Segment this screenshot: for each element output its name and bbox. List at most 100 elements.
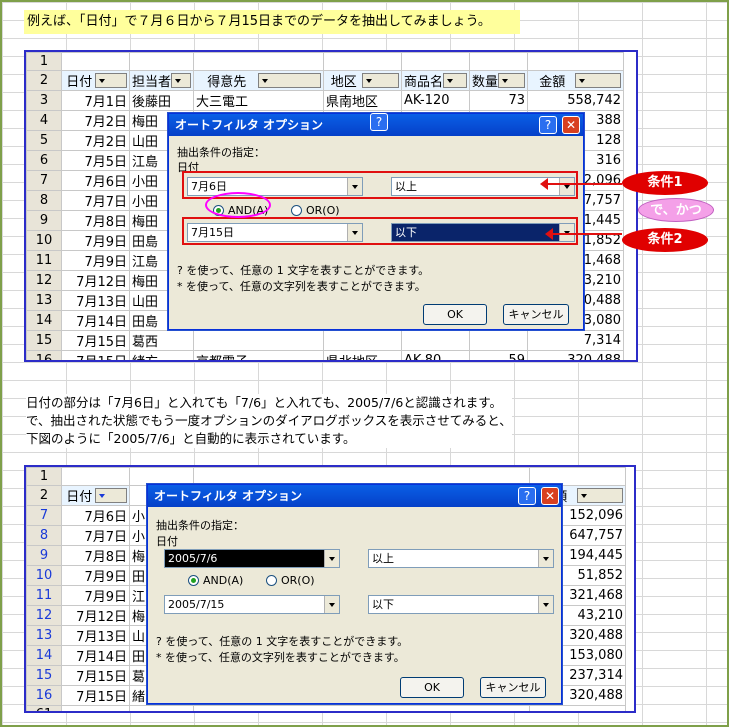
- filter-dropdown-icon[interactable]: [257, 73, 321, 88]
- row-number[interactable]: 15: [26, 330, 62, 351]
- row-number[interactable]: 1: [26, 467, 62, 486]
- cell[interactable]: 7月6日: [61, 505, 130, 526]
- cell[interactable]: 7月9日: [61, 565, 130, 586]
- cell[interactable]: 7月14日: [61, 645, 130, 666]
- chevron-down-icon[interactable]: [538, 550, 553, 567]
- cell[interactable]: 7月15日: [61, 330, 130, 351]
- cell[interactable]: 7月6日: [61, 170, 130, 191]
- cell[interactable]: [323, 330, 402, 351]
- cell[interactable]: 数量: [469, 70, 528, 91]
- row-number[interactable]: 1: [26, 52, 62, 71]
- filter-dropdown-icon[interactable]: [443, 73, 467, 88]
- row-number[interactable]: 10: [26, 565, 62, 586]
- cell[interactable]: [61, 705, 130, 711]
- row-number[interactable]: 8: [26, 525, 62, 546]
- cell[interactable]: 7月9日: [61, 230, 130, 251]
- cell[interactable]: 7月14日: [61, 310, 130, 331]
- cell[interactable]: 7月2日: [61, 130, 130, 151]
- chevron-down-icon[interactable]: [324, 550, 339, 567]
- row-number[interactable]: 15: [26, 665, 62, 686]
- row-number[interactable]: 9: [26, 545, 62, 566]
- cell[interactable]: [193, 52, 324, 71]
- cell[interactable]: 7月15日: [61, 685, 130, 706]
- cell[interactable]: 日付: [61, 485, 130, 506]
- cell[interactable]: [61, 467, 130, 486]
- help-button-2[interactable]: ?: [518, 487, 536, 505]
- row-number[interactable]: 2: [26, 485, 62, 506]
- filter-dropdown-icon[interactable]: [361, 73, 399, 88]
- cell[interactable]: 県北地区: [323, 350, 402, 360]
- cell[interactable]: [469, 330, 528, 351]
- cell[interactable]: 7月8日: [61, 545, 130, 566]
- filter-dropdown-icon[interactable]: [94, 488, 127, 503]
- value2-combo[interactable]: 2005/7/15: [164, 595, 340, 614]
- or-radio[interactable]: OR(O): [266, 574, 315, 587]
- cell[interactable]: 後藤田: [129, 90, 194, 111]
- help-button[interactable]: ?: [370, 113, 388, 131]
- operator2-combo[interactable]: 以下: [368, 595, 554, 614]
- cell[interactable]: [129, 52, 194, 71]
- cell[interactable]: 7月1日: [61, 90, 130, 111]
- cell[interactable]: 葛西: [129, 330, 194, 351]
- row-number[interactable]: 4: [26, 110, 62, 131]
- cell[interactable]: 日付: [61, 70, 130, 91]
- cell[interactable]: 担当者: [129, 70, 194, 91]
- cell[interactable]: [401, 52, 470, 71]
- row-number[interactable]: 5: [26, 130, 62, 151]
- row-number[interactable]: 12: [26, 605, 62, 626]
- cell[interactable]: 県南地区: [323, 90, 402, 111]
- row-number[interactable]: 10: [26, 230, 62, 251]
- ok-button[interactable]: OK: [423, 304, 487, 325]
- cell[interactable]: [193, 705, 530, 711]
- value1-combo[interactable]: 2005/7/6: [164, 549, 340, 568]
- row-number[interactable]: 3: [26, 90, 62, 111]
- cell[interactable]: 7月2日: [61, 110, 130, 131]
- filter-dropdown-icon[interactable]: [171, 73, 191, 88]
- row-number[interactable]: 16: [26, 350, 62, 360]
- cell[interactable]: 京都電子: [193, 350, 324, 360]
- cell[interactable]: 7月15日: [61, 350, 130, 360]
- filter-dropdown-icon[interactable]: [94, 73, 127, 88]
- cell[interactable]: 商品名: [401, 70, 470, 91]
- cell[interactable]: [129, 467, 194, 486]
- cell[interactable]: [129, 705, 194, 711]
- cell[interactable]: 7月7日: [61, 525, 130, 546]
- row-number[interactable]: 14: [26, 645, 62, 666]
- cell[interactable]: [529, 705, 626, 711]
- row-number[interactable]: 7: [26, 170, 62, 191]
- chevron-down-icon[interactable]: [538, 596, 553, 613]
- cell[interactable]: 7月5日: [61, 150, 130, 171]
- row-number[interactable]: 6: [26, 150, 62, 171]
- help-button-1[interactable]: ?: [539, 116, 557, 134]
- row-number[interactable]: 12: [26, 270, 62, 291]
- cell[interactable]: 7月7日: [61, 190, 130, 211]
- cell[interactable]: [469, 52, 528, 71]
- cell[interactable]: [527, 52, 624, 71]
- close-icon[interactable]: ✕: [562, 116, 580, 134]
- cell[interactable]: [193, 467, 530, 486]
- row-number[interactable]: 11: [26, 250, 62, 271]
- and-radio[interactable]: AND(A): [188, 574, 243, 587]
- close-icon[interactable]: ✕: [541, 487, 559, 505]
- cell[interactable]: 7,314: [527, 330, 624, 351]
- row-number[interactable]: 14: [26, 310, 62, 331]
- filter-dropdown-icon[interactable]: [576, 488, 623, 503]
- cell[interactable]: 7月8日: [61, 210, 130, 231]
- cell[interactable]: 7月15日: [61, 665, 130, 686]
- cell[interactable]: [61, 52, 130, 71]
- cell[interactable]: AK-80: [401, 350, 470, 360]
- cell[interactable]: 大三電工: [193, 90, 324, 111]
- ok-button[interactable]: OK: [400, 677, 464, 698]
- cell[interactable]: 558,742: [527, 90, 624, 111]
- filter-dropdown-icon[interactable]: [574, 73, 621, 88]
- filter-dropdown-icon[interactable]: [498, 73, 525, 88]
- cell[interactable]: 7月9日: [61, 250, 130, 271]
- row-number[interactable]: 61: [26, 705, 62, 711]
- cell[interactable]: 7月13日: [61, 290, 130, 311]
- cell[interactable]: 7月9日: [61, 585, 130, 606]
- cell[interactable]: 73: [469, 90, 528, 111]
- cell[interactable]: 59: [469, 350, 528, 360]
- row-number[interactable]: 2: [26, 70, 62, 91]
- cell[interactable]: 得意先: [193, 70, 324, 91]
- row-number[interactable]: 13: [26, 290, 62, 311]
